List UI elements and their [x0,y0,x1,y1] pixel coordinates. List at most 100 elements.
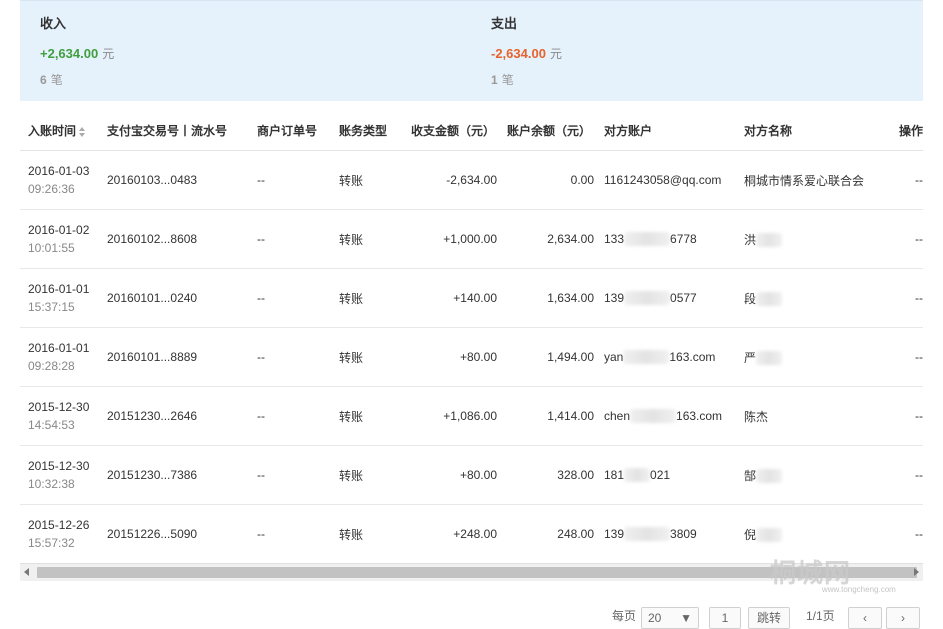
cell-type: 转账 [339,327,411,387]
cell-balance: 248.00 [507,504,604,564]
account-prefix: chen [604,408,631,423]
cell-trade-no[interactable]: 20160102...8608 [107,209,257,269]
account-text: 1161243058@qq.com [604,173,722,187]
cell-type: 转账 [339,445,411,505]
cell-op[interactable]: -- [877,327,923,387]
cell-account: 1161243058@qq.com [604,150,744,210]
cell-type: 转账 [339,150,411,210]
redacted-blur [624,468,651,483]
table-row: 2016-01-02 10:01:55 20160102...8608 -- 转账 +1,… [20,209,923,269]
records-table: 入账时间 支付宝交易号丨流水号 商户订单号 账务类型 收支金额（元） 账户余额（… [20,111,923,564]
sort-icon[interactable] [79,126,86,137]
cell-date: 2015-12-26 [28,518,90,532]
cell-amount: +248.00 [411,504,507,564]
cell-order-no: -- [257,504,339,564]
account-prefix: yan [604,349,624,364]
cell-op[interactable]: -- [877,268,923,328]
cell-balance: 1,494.00 [507,327,604,387]
cell-time: 2015-12-26 15:57:32 [20,504,107,564]
cell-date: 2016-01-01 [28,341,90,355]
cell-type: 转账 [339,504,411,564]
jump-button[interactable]: 跳转 [748,607,790,629]
cell-trade-no[interactable]: 20160103...0483 [107,150,257,210]
cell-amount: +1,000.00 [411,209,507,269]
cell-name: 严 [744,327,877,387]
cell-name: 郜 [744,445,877,505]
cell-balance: 1,414.00 [507,386,604,446]
cell-date: 2016-01-03 [28,164,90,178]
redacted-blur [624,232,671,247]
cell-time: 2016-01-02 10:01:55 [20,209,107,269]
cell-time: 2015-12-30 10:32:38 [20,445,107,505]
cell-order-no: -- [257,386,339,446]
header-trade-no: 支付宝交易号丨流水号 [107,111,257,151]
next-page-button[interactable]: › [886,607,920,629]
header-time[interactable]: 入账时间 [20,111,107,151]
scroll-right-icon[interactable] [914,568,919,576]
cell-date: 2015-12-30 [28,459,90,473]
expense-unit: 元 [549,47,562,61]
cell-balance: 2,634.00 [507,209,604,269]
cell-account: chen 163.com [604,386,744,446]
account-suffix: 0577 [670,290,697,305]
summary-panel: 收入 +2,634.00 元 6笔 支出 -2,634.00 元 1笔 [20,0,923,101]
redacted-blur [756,292,783,307]
cell-op[interactable]: -- [877,445,923,505]
prev-page-button[interactable]: ‹ [848,607,882,629]
per-page-select[interactable]: 20 ▼ [641,607,699,629]
header-order-no: 商户订单号 [257,111,339,151]
cell-time: 2016-01-03 09:26:36 [20,150,107,210]
header-account: 对方账户 [604,111,744,151]
income-unit: 元 [102,47,115,61]
cell-balance: 1,634.00 [507,268,604,328]
cell-clock: 15:37:15 [28,300,75,314]
cell-time: 2016-01-01 15:37:15 [20,268,107,328]
cell-op[interactable]: -- [877,209,923,269]
cell-time: 2015-12-30 14:54:53 [20,386,107,446]
counterparty-name: 桐城市情系爱心联合会 [744,173,865,188]
cell-trade-no[interactable]: 20151230...2646 [107,386,257,446]
cell-trade-no[interactable]: 20151230...7386 [107,445,257,505]
counterparty-name: 段 [744,291,757,306]
cell-order-no: -- [257,150,339,210]
scroll-left-icon[interactable] [24,568,29,576]
expense-count-line: 1笔 [491,71,562,88]
cell-name: 陈杰 [744,386,877,446]
counterparty-name: 陈杰 [744,409,769,424]
account-suffix: 163.com [676,408,723,423]
cell-op[interactable]: -- [877,386,923,446]
counterparty-name: 郜 [744,468,757,483]
table-row: 2015-12-30 14:54:53 20151230...2646 -- 转账 +1,… [20,386,923,446]
cell-type: 转账 [339,386,411,446]
cell-trade-no[interactable]: 20160101...8889 [107,327,257,387]
cell-amount: -2,634.00 [411,150,507,210]
cell-time: 2016-01-01 09:28:28 [20,327,107,387]
cell-trade-no[interactable]: 20151226...5090 [107,504,257,564]
counterparty-name: 洪 [744,232,757,247]
cell-amount: +140.00 [411,268,507,328]
account-prefix: 133 [604,231,625,246]
expense-summary: 支出 -2,634.00 元 1笔 [491,15,562,88]
income-count-unit: 笔 [50,73,63,87]
watermark-url: www.tongcheng.com [822,585,896,594]
redacted-blur [623,350,670,365]
table-row: 2016-01-03 09:26:36 20160103...0483 -- 转账 -2,… [20,150,923,210]
cell-order-no: -- [257,268,339,328]
cell-clock: 10:01:55 [28,241,75,255]
table-row: 2016-01-01 15:37:15 20160101...0240 -- 转账 +14… [20,268,923,328]
cell-amount: +1,086.00 [411,386,507,446]
expense-amount: -2,634.00 [491,46,546,61]
cell-op[interactable]: -- [877,150,923,210]
page-input[interactable]: 1 [709,607,741,629]
redacted-blur [756,469,783,484]
account-suffix: 021 [650,467,671,482]
cell-date: 2015-12-30 [28,400,90,414]
cell-trade-no[interactable]: 20160101...0240 [107,268,257,328]
income-count: 6 [40,73,47,87]
cell-op[interactable]: -- [877,504,923,564]
cell-account: yan 163.com [604,327,744,387]
counterparty-name: 倪 [744,527,757,542]
cell-type: 转账 [339,209,411,269]
chevron-down-icon: ▼ [680,611,692,625]
account-prefix: 139 [604,526,625,541]
